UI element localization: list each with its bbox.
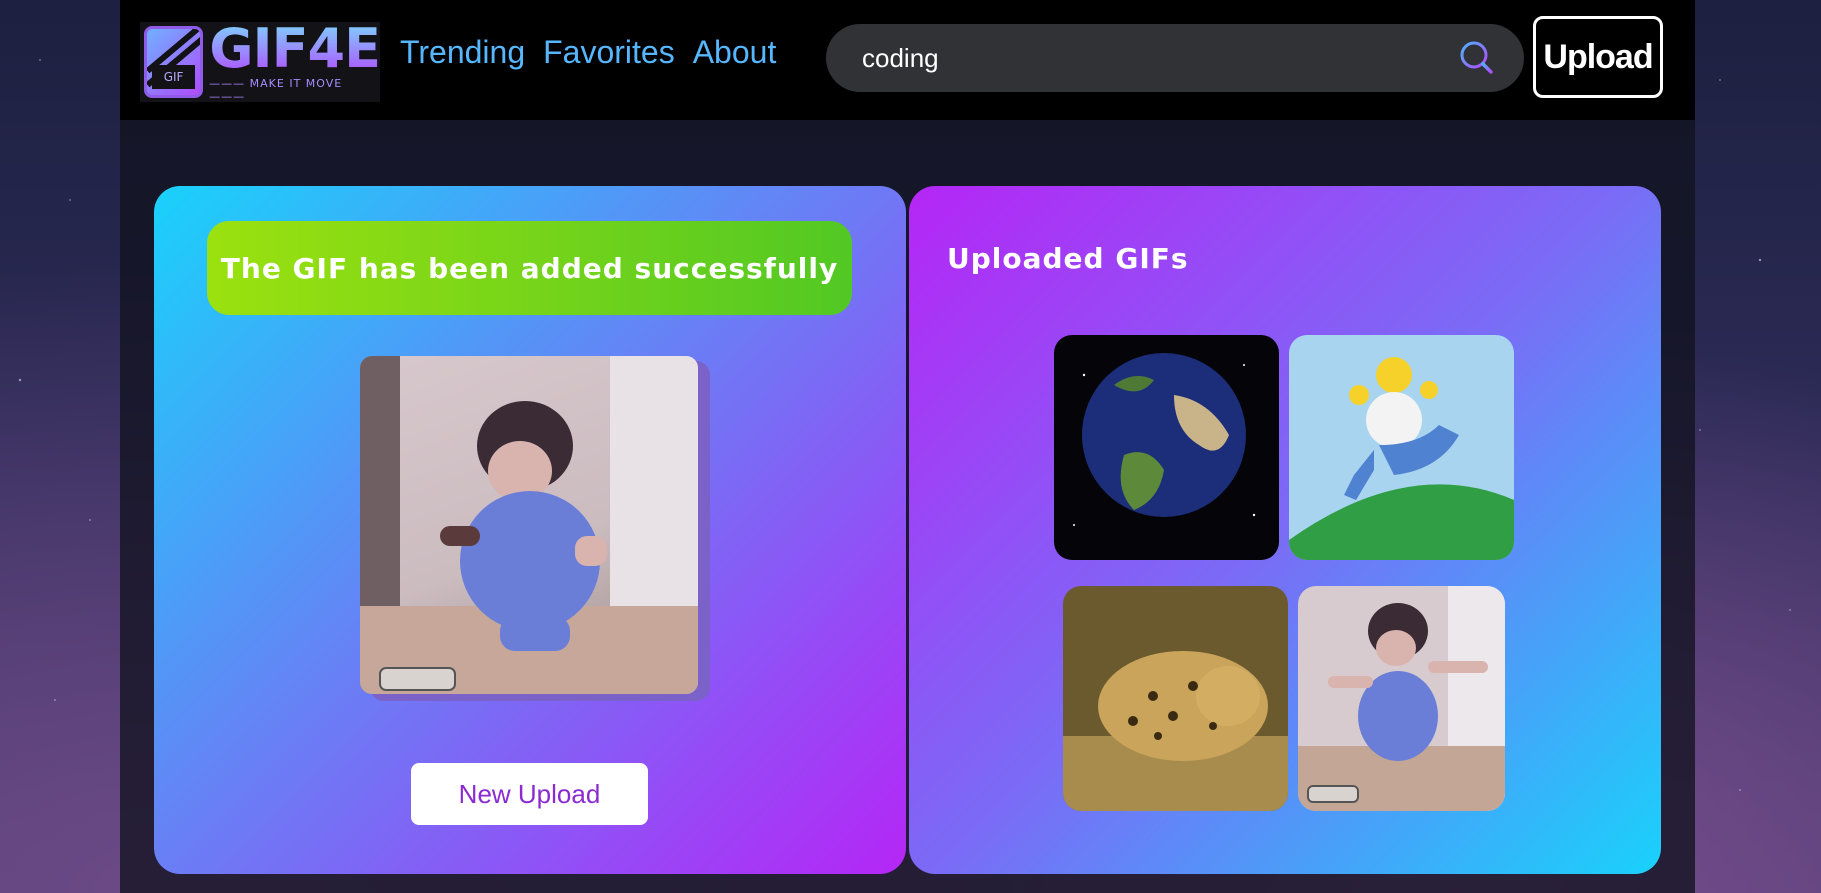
dancing-kid-image: [360, 356, 698, 694]
new-upload-button[interactable]: New Upload: [411, 763, 648, 825]
uploaded-gifs-title: Uploaded GIFs: [947, 242, 1189, 275]
logo[interactable]: GIF GIF4E ——— MAKE IT MOVE ———: [140, 17, 381, 103]
nav-link-favorites[interactable]: Favorites: [543, 34, 675, 71]
gif-thumbnail-dancing-kid[interactable]: [1298, 586, 1505, 811]
navbar: GIF GIF4E ——— MAKE IT MOVE ——— Trending …: [120, 0, 1695, 120]
homer-gif-image: [1289, 335, 1514, 560]
gif-thumbnail-leopard[interactable]: [1063, 586, 1288, 811]
upload-result-panel: The GIF has been added successfully New …: [154, 186, 906, 874]
upload-button[interactable]: Upload: [1533, 16, 1663, 98]
gif-thumbnail-earth[interactable]: [1054, 335, 1279, 560]
dancing-kid-thumb-image: [1298, 586, 1505, 811]
logo-wordmark: GIF4E: [209, 17, 381, 80]
nav-link-trending[interactable]: Trending: [400, 34, 525, 71]
uploaded-gifs-panel: Uploaded GIFs: [909, 186, 1661, 874]
logo-badge-icon: GIF: [144, 26, 204, 98]
leopard-gif-image: [1063, 586, 1288, 811]
search-bar: [826, 24, 1524, 92]
app-container: GIF GIF4E ——— MAKE IT MOVE ——— Trending …: [120, 0, 1695, 893]
nav-links: Trending Favorites About: [400, 34, 776, 71]
success-message: The GIF has been added successfully: [207, 221, 852, 315]
gif-thumbnail-homer[interactable]: [1289, 335, 1514, 560]
logo-tagline: ——— MAKE IT MOVE ———: [209, 77, 343, 103]
nav-link-about[interactable]: About: [693, 34, 777, 71]
logo-badge-text: GIF: [152, 65, 196, 89]
uploaded-gif-preview: [360, 356, 698, 694]
search-icon[interactable]: [1458, 40, 1494, 76]
earth-gif-image: [1054, 335, 1279, 560]
search-input[interactable]: [860, 41, 1458, 75]
